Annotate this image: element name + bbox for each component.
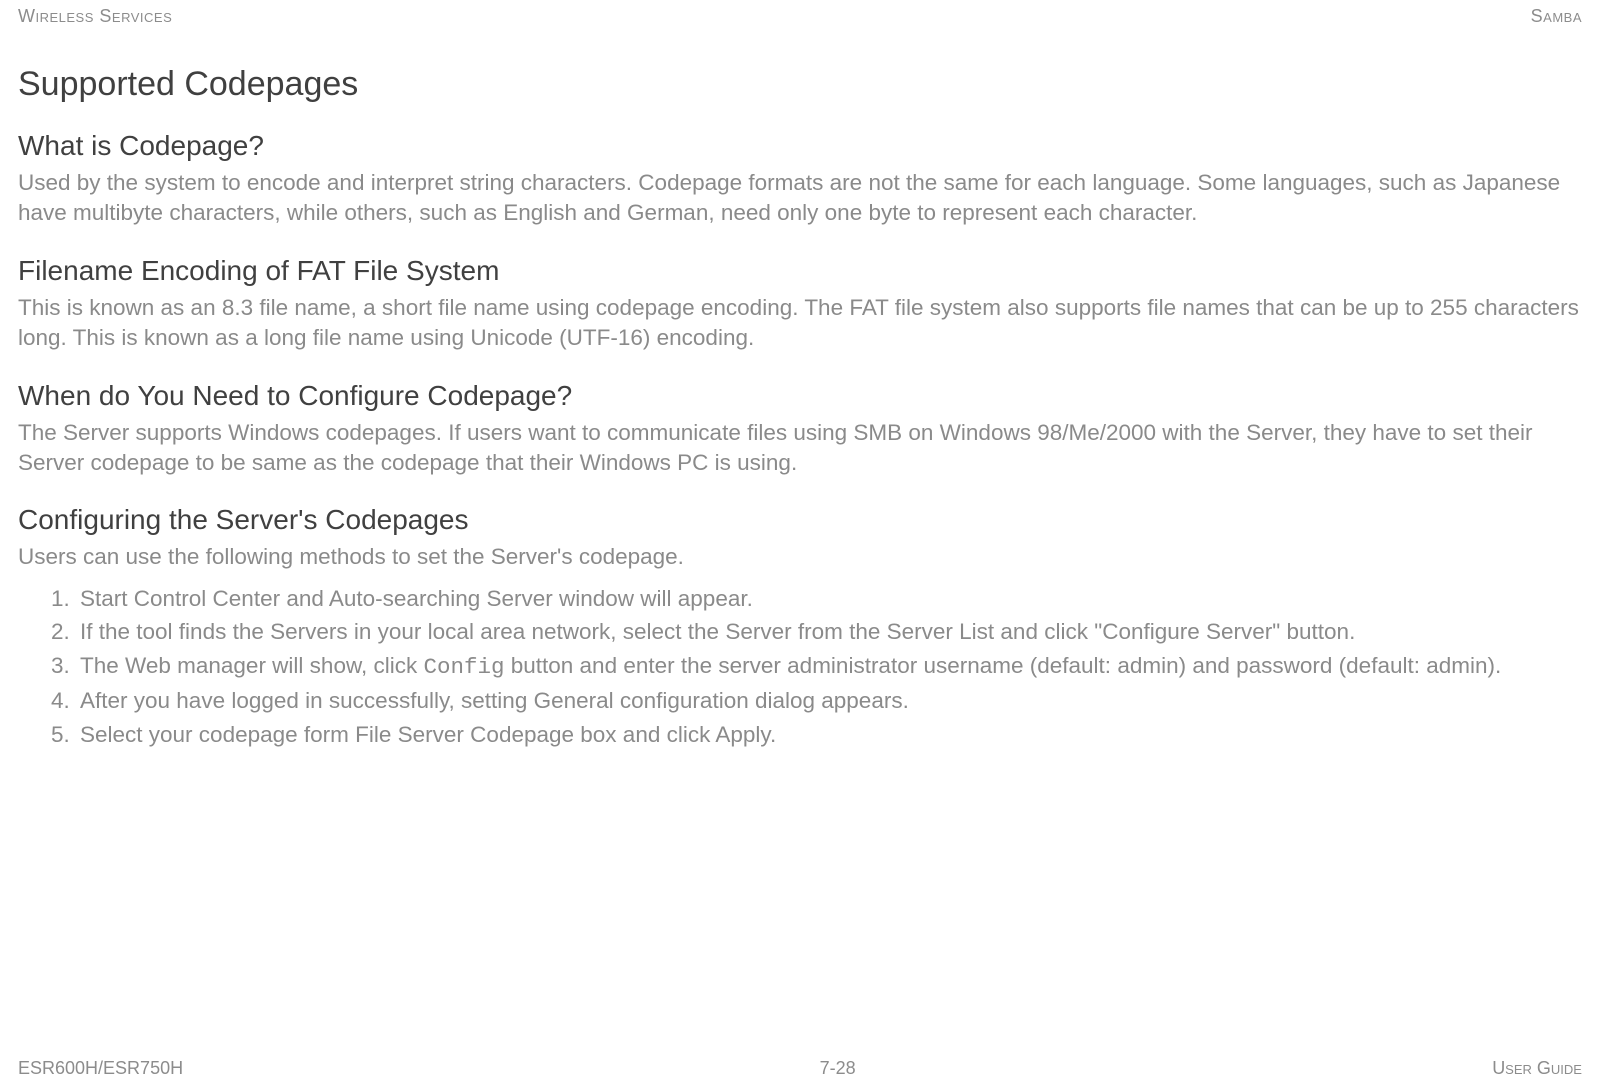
footer-left: ESR600H/ESR750H bbox=[18, 1058, 183, 1079]
step-4: After you have logged in successfully, s… bbox=[76, 685, 1582, 717]
section-filename-encoding-body: This is known as an 8.3 file name, a sho… bbox=[18, 293, 1582, 354]
header-left: Wireless Services bbox=[18, 6, 172, 27]
step-3-text-b: button and enter the server administrato… bbox=[504, 653, 1501, 678]
section-filename-encoding-title: Filename Encoding of FAT File System bbox=[18, 255, 1582, 287]
step-1: Start Control Center and Auto-searching … bbox=[76, 583, 1582, 615]
page-footer: ESR600H/ESR750H 7-28 User Guide bbox=[18, 1058, 1582, 1079]
footer-right: User Guide bbox=[1492, 1058, 1582, 1079]
step-5: Select your codepage form File Server Co… bbox=[76, 719, 1582, 751]
step-3: The Web manager will show, click Config … bbox=[76, 650, 1582, 684]
steps-list: Start Control Center and Auto-searching … bbox=[18, 583, 1582, 751]
page-title: Supported Codepages bbox=[18, 65, 1582, 104]
section-configuring-intro: Users can use the following methods to s… bbox=[18, 542, 1582, 572]
section-what-is-codepage-title: What is Codepage? bbox=[18, 130, 1582, 162]
footer-center: 7-28 bbox=[820, 1058, 856, 1079]
section-when-configure-title: When do You Need to Configure Codepage? bbox=[18, 380, 1582, 412]
page-header: Wireless Services Samba bbox=[18, 0, 1582, 27]
step-2: If the tool finds the Servers in your lo… bbox=[76, 616, 1582, 648]
step-3-text-a: The Web manager will show, click bbox=[80, 653, 423, 678]
page: Wireless Services Samba Supported Codepa… bbox=[0, 0, 1600, 750]
section-when-configure-body: The Server supports Windows codepages. I… bbox=[18, 418, 1582, 479]
config-code: Config bbox=[423, 654, 504, 680]
section-configuring-title: Configuring the Server's Codepages bbox=[18, 504, 1582, 536]
header-right: Samba bbox=[1531, 6, 1582, 27]
section-what-is-codepage-body: Used by the system to encode and interpr… bbox=[18, 168, 1582, 229]
